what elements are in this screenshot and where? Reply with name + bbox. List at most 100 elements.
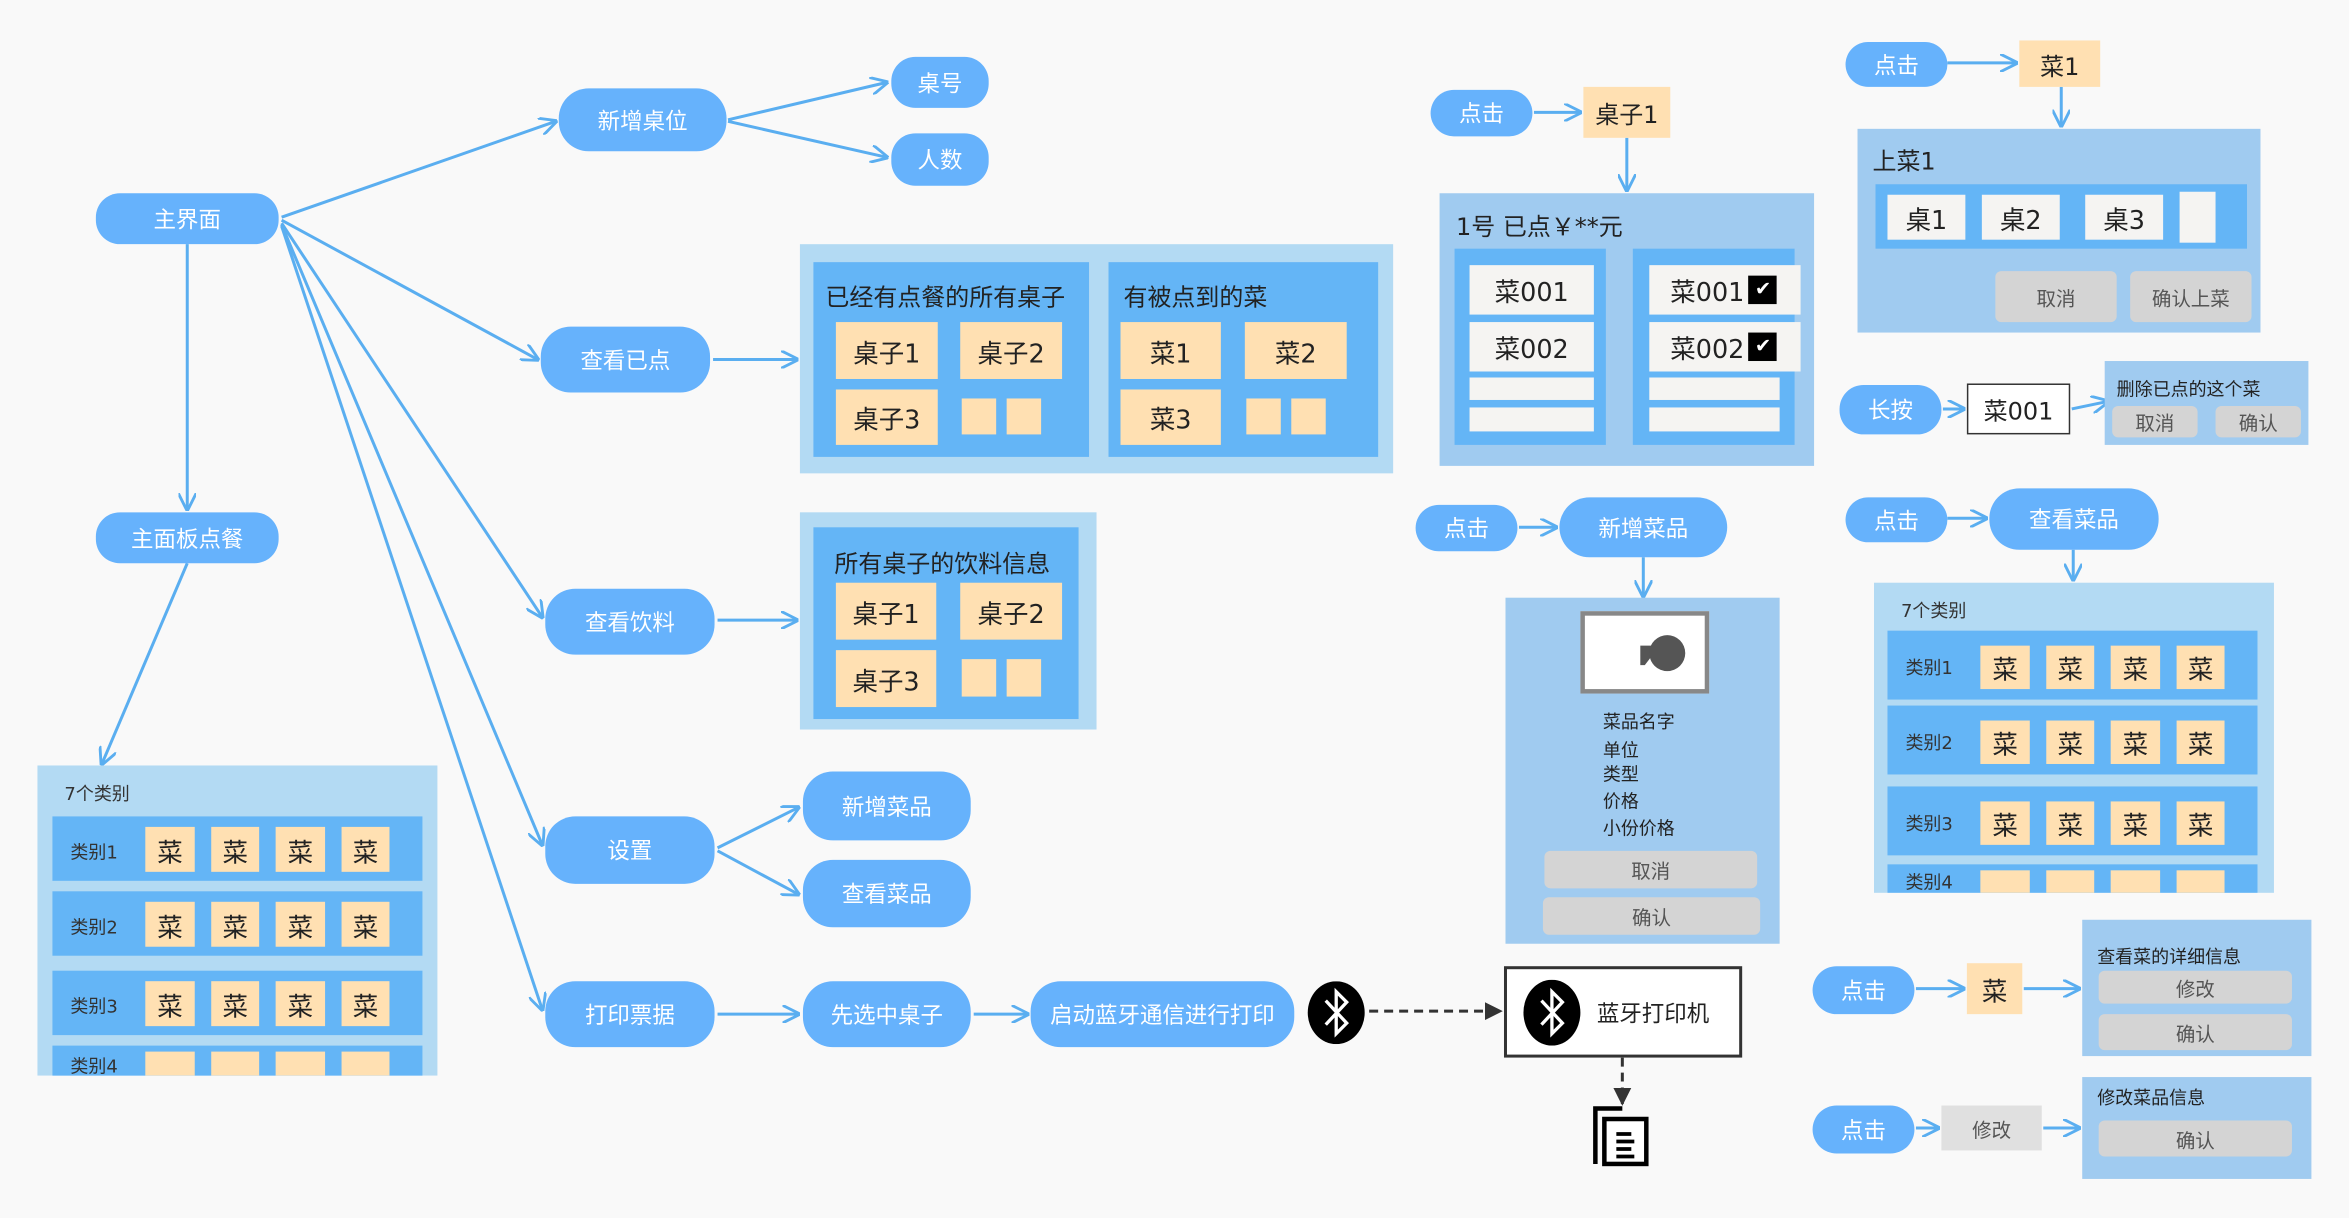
add-dish-node[interactable]: 新增菜品 bbox=[802, 771, 971, 841]
dish-item[interactable]: 菜3 bbox=[1120, 389, 1221, 445]
table-item[interactable]: 桌子2 bbox=[960, 582, 1063, 640]
home-node[interactable]: 主界面 bbox=[95, 193, 279, 245]
table-item[interactable]: 桌子3 bbox=[835, 389, 938, 445]
view-ordered-node[interactable]: 查看已点 bbox=[540, 326, 711, 393]
cancel-button[interactable]: 取消 bbox=[1544, 850, 1758, 889]
cancel-button[interactable]: 取消 bbox=[1995, 271, 2117, 323]
table-item[interactable]: 桌子1 bbox=[835, 582, 937, 640]
category-label[interactable]: 类别2 bbox=[1905, 730, 1952, 755]
table-option[interactable]: 桌2 bbox=[1981, 194, 2060, 240]
dish-item[interactable]: 菜 bbox=[1980, 801, 2030, 845]
bt-print-node[interactable]: 启动蓝牙通信进行打印 bbox=[1030, 981, 1295, 1048]
confirm-button[interactable]: 确认 bbox=[1542, 897, 1761, 935]
category-label[interactable]: 类别4 bbox=[70, 1053, 117, 1075]
table-option[interactable]: 桌1 bbox=[1887, 194, 1966, 240]
main-order-node[interactable]: 主面板点餐 bbox=[95, 512, 279, 564]
checked-dish-item[interactable]: 菜001 ✔ bbox=[1649, 265, 1801, 315]
table-item[interactable]: 桌子1 bbox=[1583, 86, 1671, 138]
table-item[interactable]: 桌子2 bbox=[960, 322, 1063, 379]
click-node[interactable]: 点击 bbox=[1812, 1105, 1915, 1154]
add-dish-node[interactable]: 新增菜品 bbox=[1559, 497, 1728, 558]
category-label[interactable]: 类别4 bbox=[1905, 869, 1952, 893]
category-label[interactable]: 类别1 bbox=[70, 839, 117, 864]
dish-item[interactable]: 菜 bbox=[275, 901, 326, 947]
ordered-dish-item[interactable]: 菜001 bbox=[1966, 383, 2071, 435]
dish-item[interactable]: 菜 bbox=[1980, 720, 2030, 764]
dish-item[interactable]: 菜2 bbox=[1244, 322, 1347, 379]
field-unit[interactable]: 单位 bbox=[1603, 737, 1639, 762]
dish-item[interactable]: 菜1 bbox=[1120, 322, 1221, 379]
confirm-serve-button[interactable]: 确认上菜 bbox=[2130, 271, 2252, 323]
add-table-node[interactable]: 新增桌位 bbox=[558, 88, 727, 152]
dish-item[interactable]: 菜 bbox=[1980, 645, 2030, 690]
dish-item[interactable]: 菜 bbox=[211, 826, 260, 872]
ordered-dish-item[interactable]: 菜001 bbox=[1469, 265, 1594, 315]
dish-item-empty[interactable] bbox=[2110, 870, 2161, 893]
cancel-button[interactable]: 取消 bbox=[2112, 405, 2198, 438]
confirm-button[interactable]: 确认 bbox=[2098, 1014, 2292, 1051]
dish-item[interactable]: 菜 bbox=[341, 901, 390, 947]
table-option-empty[interactable] bbox=[2179, 191, 2216, 243]
dish-item[interactable]: 菜 bbox=[145, 901, 195, 947]
table-no-node[interactable]: 桌号 bbox=[891, 56, 989, 108]
view-dish-node[interactable]: 查看菜品 bbox=[802, 859, 971, 928]
dish-item[interactable]: 菜 bbox=[1966, 963, 2023, 1015]
dish-item-empty[interactable] bbox=[1980, 870, 2030, 893]
category-label[interactable]: 类别2 bbox=[70, 914, 117, 939]
dish-item[interactable]: 菜 bbox=[145, 981, 195, 1027]
category-label[interactable]: 类别3 bbox=[70, 993, 117, 1018]
dish-item[interactable]: 菜 bbox=[2176, 801, 2225, 845]
people-node[interactable]: 人数 bbox=[891, 133, 989, 186]
category-label[interactable]: 类别3 bbox=[1905, 810, 1952, 835]
dish-item[interactable]: 菜 bbox=[275, 826, 326, 872]
dish-item[interactable]: 菜 bbox=[341, 981, 390, 1027]
view-drinks-node[interactable]: 查看饮料 bbox=[545, 588, 715, 655]
field-dish-name[interactable]: 菜品名字 bbox=[1603, 709, 1675, 734]
dish-item[interactable]: 菜 bbox=[2046, 645, 2095, 690]
dish-item-empty[interactable] bbox=[145, 1051, 195, 1076]
field-small-price[interactable]: 小份价格 bbox=[1603, 815, 1675, 840]
click-node[interactable]: 点击 bbox=[1415, 504, 1518, 552]
dish-item-empty[interactable] bbox=[341, 1051, 390, 1076]
edit-button[interactable]: 修改 bbox=[2098, 970, 2292, 1004]
dish-item[interactable]: 菜 bbox=[2176, 645, 2225, 690]
settings-node[interactable]: 设置 bbox=[545, 816, 715, 884]
click-node[interactable]: 点击 bbox=[1845, 41, 1948, 87]
checked-dish-item[interactable]: 菜002 ✔ bbox=[1649, 322, 1801, 372]
dish-item[interactable]: 菜 bbox=[2046, 720, 2095, 764]
dish-item[interactable]: 菜 bbox=[2176, 720, 2225, 764]
dish-item-empty[interactable] bbox=[2046, 870, 2095, 893]
checkbox-checked-icon[interactable]: ✔ bbox=[1748, 332, 1778, 362]
dish-item[interactable]: 菜 bbox=[2110, 645, 2161, 690]
select-table-node[interactable]: 先选中桌子 bbox=[802, 981, 971, 1048]
dish-item[interactable]: 菜 bbox=[2110, 801, 2161, 845]
image-placeholder-icon[interactable] bbox=[1580, 611, 1710, 694]
click-node[interactable]: 点击 bbox=[1812, 966, 1915, 1015]
dish-item[interactable]: 菜 bbox=[211, 901, 260, 947]
dish-item[interactable]: 菜 bbox=[145, 826, 195, 872]
view-dish-node[interactable]: 查看菜品 bbox=[1989, 488, 2159, 550]
ordered-dish-item[interactable]: 菜002 bbox=[1469, 322, 1594, 372]
table-option[interactable]: 桌3 bbox=[2085, 194, 2164, 240]
dish-item[interactable]: 菜 bbox=[2046, 801, 2095, 845]
checkbox-checked-icon[interactable]: ✔ bbox=[1748, 275, 1778, 305]
field-type[interactable]: 类型 bbox=[1603, 761, 1639, 786]
print-node[interactable]: 打印票据 bbox=[545, 981, 715, 1048]
confirm-button[interactable]: 确认 bbox=[2098, 1120, 2292, 1157]
dish-item[interactable]: 菜1 bbox=[2019, 40, 2101, 87]
click-node[interactable]: 点击 bbox=[1430, 89, 1533, 137]
confirm-button[interactable]: 确认 bbox=[2215, 405, 2301, 438]
click-node[interactable]: 点击 bbox=[1845, 497, 1948, 543]
field-price[interactable]: 价格 bbox=[1603, 788, 1639, 813]
dish-item[interactable]: 菜 bbox=[211, 981, 260, 1027]
dish-item[interactable]: 菜 bbox=[275, 981, 326, 1027]
table-item[interactable]: 桌子3 bbox=[835, 650, 937, 708]
long-press-node[interactable]: 长按 bbox=[1839, 384, 1942, 435]
category-label[interactable]: 类别1 bbox=[1905, 655, 1952, 680]
dish-item-empty[interactable] bbox=[2176, 870, 2225, 893]
dish-item-empty[interactable] bbox=[211, 1051, 260, 1076]
table-item[interactable]: 桌子1 bbox=[835, 322, 938, 379]
dish-item[interactable]: 菜 bbox=[341, 826, 390, 872]
dish-item-empty[interactable] bbox=[275, 1051, 326, 1076]
dish-item[interactable]: 菜 bbox=[2110, 720, 2161, 764]
